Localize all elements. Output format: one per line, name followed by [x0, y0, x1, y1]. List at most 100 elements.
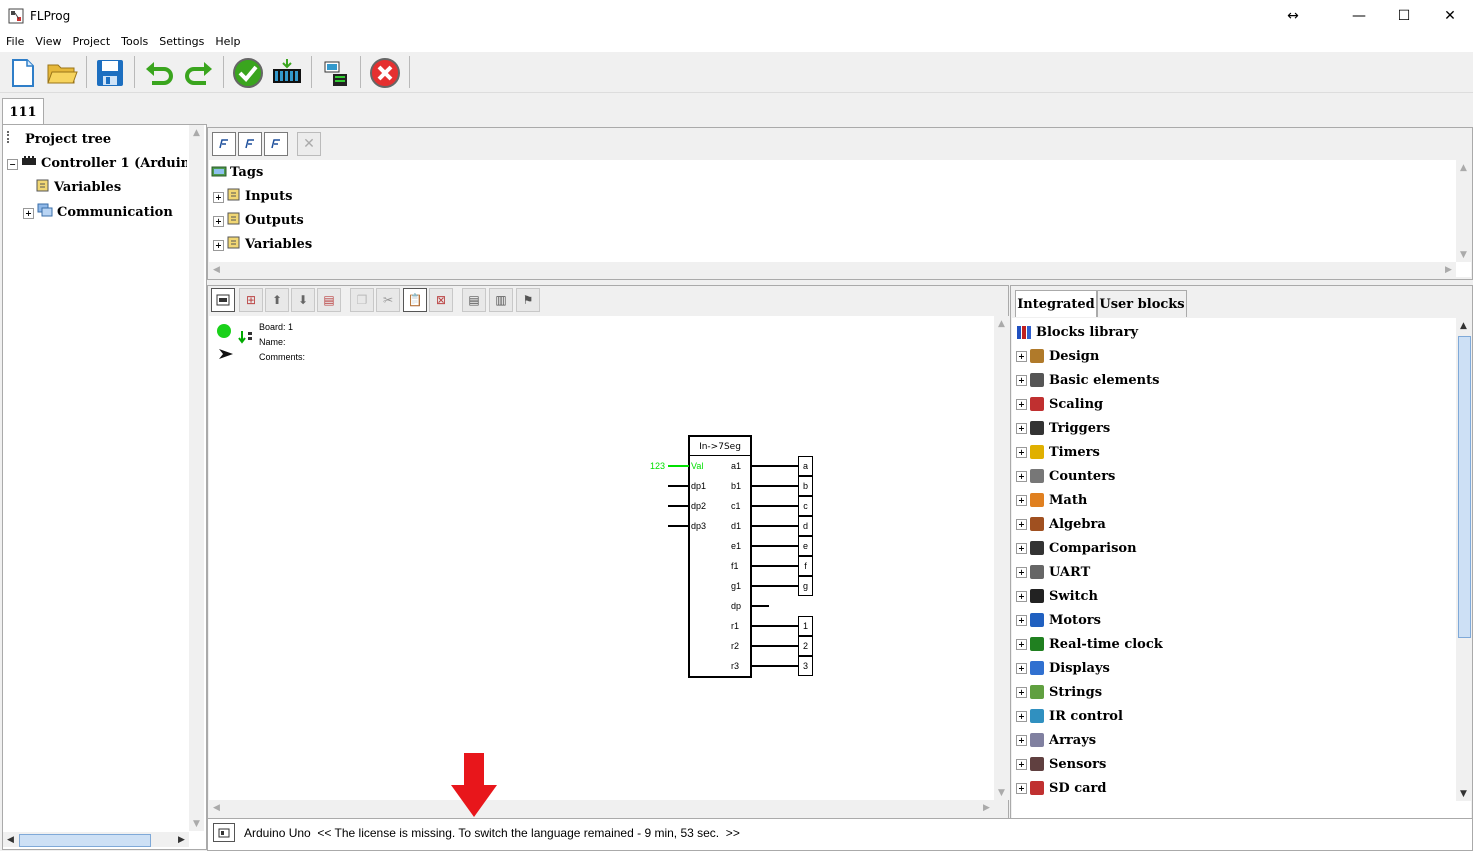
move-up-icon[interactable]: ⬆ — [265, 288, 289, 312]
resize-icon[interactable]: ↔ — [1270, 0, 1316, 32]
expand-icon[interactable]: + — [1016, 590, 1027, 602]
cut-icon[interactable]: ✂ — [376, 288, 400, 312]
expand-icon[interactable]: + — [1016, 446, 1027, 458]
library-item-timers[interactable]: + Timers — [1016, 440, 1100, 464]
expand-icon[interactable]: + — [1016, 350, 1027, 362]
expand-icon[interactable]: + — [1016, 782, 1027, 794]
tags-item-variables[interactable]: + Variables — [213, 236, 312, 252]
library-item-algebra[interactable]: + Algebra — [1016, 512, 1106, 536]
expand-icon[interactable]: + — [1016, 470, 1027, 482]
output-tag-b[interactable]: b — [798, 476, 813, 496]
menu-project[interactable]: Project — [67, 32, 116, 48]
compile-upload-icon[interactable] — [270, 56, 304, 90]
add-input-tag-button[interactable] — [212, 132, 236, 156]
board-properties-icon[interactable] — [211, 288, 235, 312]
tags-root[interactable]: Tags — [211, 164, 263, 180]
maximize-button[interactable]: ☐ — [1381, 0, 1427, 32]
output-tag-3[interactable]: 3 — [798, 656, 813, 676]
tab-integrated[interactable]: Integrated — [1015, 290, 1097, 317]
library-root[interactable]: Blocks library — [1016, 320, 1138, 344]
tags-horizontal-scrollbar[interactable]: ◀ ▶ — [209, 262, 1456, 277]
tree-vertical-scrollbar[interactable]: ▲ ▼ — [189, 125, 204, 831]
expand-icon[interactable]: + — [1016, 758, 1027, 770]
tags-vertical-scrollbar[interactable]: ▲ ▼ — [1456, 160, 1471, 262]
library-item-uart[interactable]: + UART — [1016, 560, 1090, 584]
minimize-button[interactable]: — — [1336, 0, 1382, 32]
controller-upload-icon[interactable] — [319, 56, 353, 90]
move-down-icon[interactable]: ⬇ — [291, 288, 315, 312]
tags-item-inputs[interactable]: + Inputs — [213, 188, 292, 204]
new-file-icon[interactable] — [6, 56, 40, 90]
library-item-strings[interactable]: + Strings — [1016, 680, 1102, 704]
tree-item-controller[interactable]: −Controller 1 (Arduino U — [7, 155, 187, 171]
library-scroll-thumb[interactable] — [1458, 336, 1471, 638]
library-item-triggers[interactable]: + Triggers — [1016, 416, 1110, 440]
output-tag-f[interactable]: f — [798, 556, 813, 576]
expand-icon[interactable]: + — [1016, 638, 1027, 650]
status-board-icon[interactable] — [213, 823, 235, 842]
library-item-ir-control[interactable]: + IR control — [1016, 704, 1123, 728]
open-folder-icon[interactable] — [45, 56, 79, 90]
library-item-sd-card[interactable]: + SD card — [1016, 776, 1106, 800]
output-tag-a[interactable]: a — [798, 456, 813, 476]
scroll-left-icon[interactable]: ◀ — [3, 832, 18, 847]
library-vertical-scrollbar[interactable]: ▲ ▼ — [1456, 318, 1471, 801]
redo-icon[interactable] — [182, 56, 216, 90]
output-tag-c[interactable]: c — [798, 496, 813, 516]
block-in-7seg[interactable]: In->7Seg — [688, 435, 752, 678]
expand-icon[interactable]: + — [1016, 614, 1027, 626]
output-tag-2[interactable]: 2 — [798, 636, 813, 656]
scroll-down-icon[interactable]: ▼ — [189, 816, 204, 831]
menu-settings[interactable]: Settings — [153, 32, 209, 48]
library-item-motors[interactable]: + Motors — [1016, 608, 1101, 632]
undo-icon[interactable] — [142, 56, 176, 90]
scroll-right-icon[interactable]: ▶ — [174, 832, 189, 847]
expand-icon[interactable]: + — [1016, 734, 1027, 746]
menu-help[interactable]: Help — [209, 32, 245, 48]
add-board-icon[interactable]: ⊞ — [239, 288, 263, 312]
menu-file[interactable]: File — [0, 32, 29, 48]
library-item-counters[interactable]: + Counters — [1016, 464, 1115, 488]
output-tag-e[interactable]: e — [798, 536, 813, 556]
library-item-displays[interactable]: + Displays — [1016, 656, 1110, 680]
stop-icon[interactable] — [368, 56, 402, 90]
add-variable-tag-button[interactable] — [264, 132, 288, 156]
expand-icon[interactable]: + — [1016, 566, 1027, 578]
library-item-design[interactable]: + Design — [1016, 344, 1099, 368]
tags-item-outputs[interactable]: + Outputs — [213, 212, 304, 228]
tab-111[interactable]: 111 — [2, 98, 44, 125]
close-button[interactable]: ✕ — [1427, 0, 1473, 32]
expand-icon[interactable]: + — [1016, 494, 1027, 506]
output-tag-d[interactable]: d — [798, 516, 813, 536]
expand-icon[interactable]: + — [1016, 374, 1027, 386]
expand-icon[interactable]: + — [1016, 422, 1027, 434]
expand-icon[interactable]: + — [1016, 686, 1027, 698]
canvas-vertical-scrollbar[interactable]: ▲ ▼ — [994, 316, 1009, 800]
tree-horizontal-scrollbar[interactable]: ◀ ▶ — [3, 832, 189, 847]
delete-tag-button[interactable]: ✕ — [297, 132, 321, 156]
add-output-tag-button[interactable] — [238, 132, 262, 156]
library-item-comparison[interactable]: + Comparison — [1016, 536, 1137, 560]
align-left-icon[interactable]: ▤ — [462, 288, 486, 312]
menu-view[interactable]: View — [29, 32, 66, 48]
flag-icon[interactable]: ⚑ — [516, 288, 540, 312]
output-tag-g[interactable]: g — [798, 576, 813, 596]
canvas-horizontal-scrollbar[interactable]: ◀ ▶ — [209, 800, 994, 815]
save-icon[interactable] — [93, 56, 127, 90]
expand-icon[interactable]: + — [1016, 710, 1027, 722]
expand-icon[interactable]: + — [1016, 662, 1027, 674]
library-item-math[interactable]: + Math — [1016, 488, 1087, 512]
library-item-real-time-clock[interactable]: + Real-time clock — [1016, 632, 1163, 656]
library-item-switch[interactable]: + Switch — [1016, 584, 1098, 608]
menu-tools[interactable]: Tools — [115, 32, 153, 48]
expand-icon[interactable]: + — [1016, 398, 1027, 410]
library-item-scaling[interactable]: + Scaling — [1016, 392, 1103, 416]
verify-icon[interactable] — [231, 56, 265, 90]
copy-icon[interactable]: ❐ — [350, 288, 374, 312]
output-tag-1[interactable]: 1 — [798, 616, 813, 636]
scroll-up-icon[interactable]: ▲ — [189, 125, 204, 140]
diagram-canvas[interactable]: Board: 1 Name: Comments: In->7Seg 123 Va… — [209, 316, 1009, 800]
paste-icon[interactable]: 📋 — [403, 288, 427, 312]
library-item-sensors[interactable]: + Sensors — [1016, 752, 1106, 776]
delete-board-icon[interactable]: ▤ — [317, 288, 341, 312]
